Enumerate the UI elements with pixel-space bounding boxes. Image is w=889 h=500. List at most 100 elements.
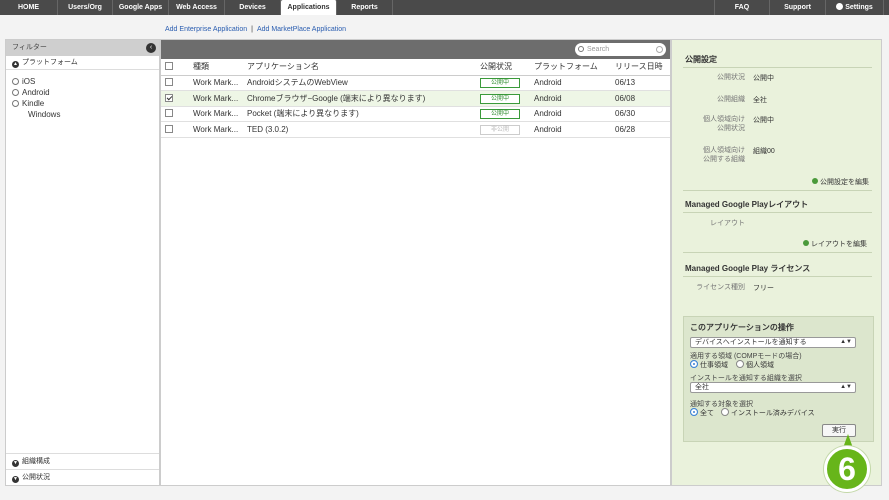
row-checkbox[interactable] xyxy=(165,93,173,102)
area-personal-label: 個人領域 xyxy=(746,362,774,369)
status-badge: 公開中 xyxy=(480,109,520,120)
platform-section[interactable]: ▲ プラットフォーム xyxy=(6,56,159,70)
publish-title: 公開設定 xyxy=(685,55,717,64)
table-toolbar: Search xyxy=(161,40,670,59)
cell-platform: Android xyxy=(530,106,611,122)
divider xyxy=(683,67,872,68)
label-line: 公開する組織 xyxy=(703,156,745,163)
col-release[interactable]: リリース日時 xyxy=(611,59,670,76)
area-work-radio[interactable]: 仕事領域 xyxy=(690,360,728,370)
license-title: Managed Google Play ライセンス xyxy=(685,264,811,273)
radio-icon xyxy=(12,89,19,96)
cell-date: 06/28 xyxy=(611,121,670,138)
table-row[interactable]: Work Mark... TED (3.0.2) 非公開 Android 06/… xyxy=(161,121,670,138)
col-platform[interactable]: プラットフォーム xyxy=(530,59,611,76)
add-enterprise-link[interactable]: Add Enterprise Application xyxy=(165,26,247,33)
target-all-radio[interactable]: 全て xyxy=(690,408,714,418)
select-arrows-icon: ▲▼ xyxy=(840,384,852,390)
step-number-badge: 6 xyxy=(824,446,870,492)
org-select[interactable]: 全社 ▲▼ xyxy=(690,382,856,393)
platform-windows[interactable]: Windows xyxy=(12,109,153,120)
row-checkbox[interactable] xyxy=(165,109,173,118)
nav-users-org[interactable]: Users/Org xyxy=(58,0,113,15)
platform-label: iOS xyxy=(22,77,36,86)
select-arrows-icon: ▲▼ xyxy=(840,339,852,345)
status-badge: 非公開 xyxy=(480,124,520,135)
row-checkbox[interactable] xyxy=(165,124,173,133)
cell-date: 06/30 xyxy=(611,106,670,122)
row-select[interactable] xyxy=(161,90,189,107)
platform-list: iOS Android Kindle Windows xyxy=(6,70,159,126)
nav-faq[interactable]: FAQ xyxy=(714,0,770,15)
area-personal-radio[interactable]: 個人領域 xyxy=(736,360,774,370)
label-line: 公開状況 xyxy=(717,125,745,132)
action-select[interactable]: デバイスへインストールを通知する ▲▼ xyxy=(690,337,856,348)
chevron-down-icon: ▼ xyxy=(12,476,19,483)
action-select-value: デバイスへインストールを通知する xyxy=(695,339,807,346)
collapse-icon[interactable]: ‹ xyxy=(146,43,156,53)
nav-google-apps[interactable]: Google Apps xyxy=(113,0,169,15)
radio-icon xyxy=(12,100,19,107)
top-nav: HOME Users/Org Google Apps Web Access De… xyxy=(0,0,889,15)
cell-status: 公開中 xyxy=(476,75,530,91)
publish-edit-link[interactable]: 公開設定を編集 xyxy=(812,177,869,187)
select-all-cell[interactable] xyxy=(161,59,189,76)
cell-platform: Android xyxy=(530,75,611,91)
layout-edit-link[interactable]: レイアウトを編集 xyxy=(803,239,867,249)
platform-ios[interactable]: iOS xyxy=(12,76,153,87)
col-name[interactable]: アプリケーション名 xyxy=(243,59,476,76)
nav-reports[interactable]: Reports xyxy=(337,0,393,15)
nav-applications[interactable]: Applications xyxy=(281,0,337,15)
app-table: 種類 アプリケーション名 公開状況 プラットフォーム リリース日時 Work M… xyxy=(161,59,670,138)
row-select[interactable] xyxy=(161,106,189,122)
table-row[interactable]: Work Mark... Chromeブラウザ−Google (端末により異なり… xyxy=(161,90,670,107)
divider xyxy=(683,276,872,277)
radio-selected-icon xyxy=(690,360,698,368)
org-section[interactable]: ▼ 組織構成 xyxy=(6,453,159,469)
clear-icon[interactable] xyxy=(656,46,663,53)
nav-support[interactable]: Support xyxy=(770,0,826,15)
row-select[interactable] xyxy=(161,75,189,91)
table-header-row: 種類 アプリケーション名 公開状況 プラットフォーム リリース日時 xyxy=(161,59,670,76)
search-input[interactable]: Search xyxy=(575,43,666,56)
publish-edit-label: 公開設定を編集 xyxy=(820,179,869,186)
chevron-down-icon: ▼ xyxy=(12,460,19,467)
status-badge: 公開中 xyxy=(480,78,520,89)
platform-kindle[interactable]: Kindle xyxy=(12,98,153,109)
cell-platform: Android xyxy=(530,121,611,138)
target-installed-radio[interactable]: インストール済みデバイス xyxy=(721,408,815,418)
edit-dot-icon xyxy=(803,240,809,246)
col-type[interactable]: 種類 xyxy=(189,59,243,76)
nav-home[interactable]: HOME xyxy=(0,0,58,15)
cell-name: TED (3.0.2) xyxy=(243,121,476,138)
label-line: 個人領域向け xyxy=(703,116,745,123)
table-row[interactable]: Work Mark... Pocket (端末により異なります) 公開中 And… xyxy=(161,106,670,122)
cell-type: Work Mark... xyxy=(189,75,243,91)
row-checkbox[interactable] xyxy=(165,78,173,87)
filter-header: フィルター ‹ xyxy=(6,40,159,56)
platform-section-label: プラットフォーム xyxy=(22,59,78,66)
radio-icon xyxy=(736,360,744,368)
search-icon xyxy=(578,46,584,52)
col-status[interactable]: 公開状況 xyxy=(476,59,530,76)
link-separator: | xyxy=(251,26,253,33)
platform-label: Android xyxy=(22,88,50,97)
row-select[interactable] xyxy=(161,121,189,138)
platform-android[interactable]: Android xyxy=(12,87,153,98)
personal-status-value: 公開中 xyxy=(753,117,774,124)
radio-selected-icon xyxy=(690,408,698,416)
nav-web-access[interactable]: Web Access xyxy=(169,0,225,15)
add-marketplace-link[interactable]: Add MarketPlace Application xyxy=(257,26,346,33)
license-value: フリー xyxy=(753,285,774,292)
status-section[interactable]: ▼ 公開状況 xyxy=(6,469,159,485)
cell-date: 06/08 xyxy=(611,90,670,107)
nav-devices[interactable]: Devices xyxy=(225,0,281,15)
app-operations-box: このアプリケーションの操作 デバイスへインストールを通知する ▲▼ 適用する領域 … xyxy=(683,316,874,442)
select-all-checkbox[interactable] xyxy=(165,62,173,71)
table-row[interactable]: Work Mark... AndroidシステムのWebView 公開中 And… xyxy=(161,75,670,91)
radio-icon xyxy=(721,408,729,416)
filter-panel: フィルター ‹ ▲ プラットフォーム iOS Android Kindle Win… xyxy=(5,39,160,486)
target-installed-label: インストール済みデバイス xyxy=(731,410,815,417)
target-all-label: 全て xyxy=(700,410,714,417)
nav-settings[interactable]: Settings xyxy=(826,0,884,15)
